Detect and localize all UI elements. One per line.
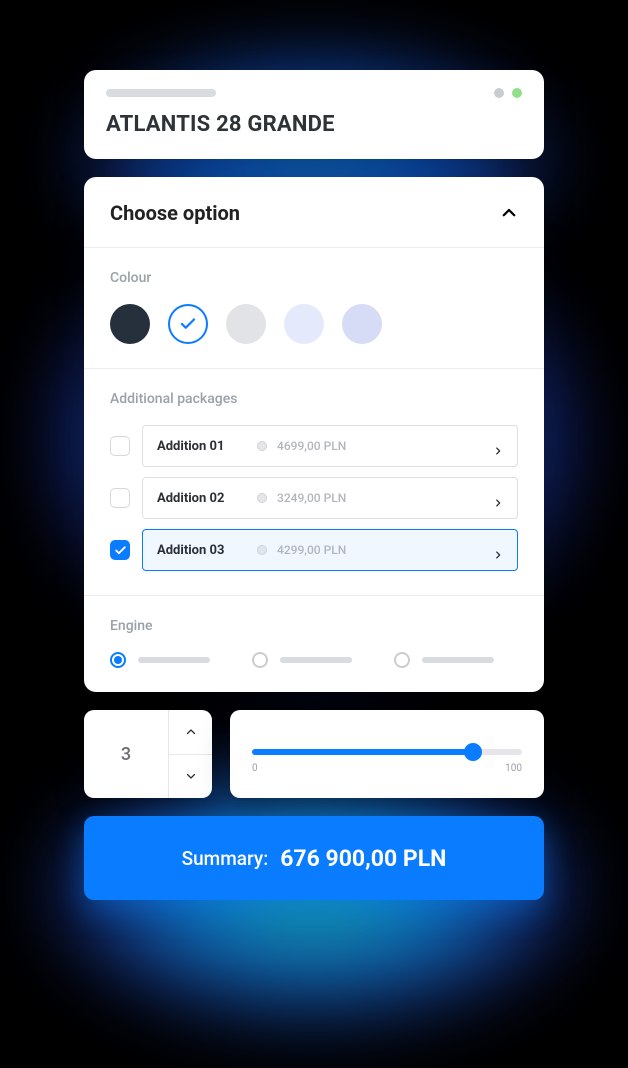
chevron-right-icon	[493, 441, 503, 451]
package-price: 4299,00 PLN	[277, 543, 346, 557]
summary-value: 676 900,00 PLN	[280, 845, 446, 872]
slider-max: 100	[505, 763, 522, 774]
engine-option[interactable]	[394, 652, 494, 668]
colour-swatch-lavender[interactable]	[342, 304, 382, 344]
engine-section: Engine	[84, 596, 544, 692]
stepper-decrement-button[interactable]	[169, 754, 212, 799]
package-box[interactable]: Addition 01 4699,00 PLN	[142, 425, 518, 467]
colour-section: Colour	[84, 248, 544, 368]
chevron-right-icon	[493, 493, 503, 503]
radio-selected[interactable]	[110, 652, 126, 668]
chevron-right-icon	[493, 545, 503, 555]
chevron-up-icon	[500, 204, 518, 222]
status-dots	[494, 88, 522, 98]
check-icon	[179, 315, 197, 333]
product-title: ATLANTIS 28 GRANDE	[106, 112, 522, 137]
engine-label: Engine	[110, 618, 518, 634]
summary-label: Summary:	[182, 847, 269, 870]
options-header[interactable]: Choose option	[84, 177, 544, 247]
summary-button[interactable]: Summary: 676 900,00 PLN	[84, 816, 544, 900]
engine-option-placeholder	[280, 657, 352, 663]
engine-option-placeholder	[138, 657, 210, 663]
status-dot-green	[512, 88, 522, 98]
colour-swatch-dark[interactable]	[110, 304, 150, 344]
header-breadcrumb-placeholder	[106, 89, 216, 97]
package-box[interactable]: Addition 02 3249,00 PLN	[142, 477, 518, 519]
stepper-value: 3	[84, 710, 168, 798]
package-box-selected[interactable]: Addition 03 4299,00 PLN	[142, 529, 518, 571]
packages-section: Additional packages Addition 01 4699,00 …	[84, 369, 544, 595]
package-name: Addition 01	[157, 439, 257, 454]
package-price: 4699,00 PLN	[277, 439, 346, 453]
package-name: Addition 03	[157, 543, 257, 558]
radio[interactable]	[394, 652, 410, 668]
package-checkbox[interactable]	[110, 436, 130, 456]
colour-swatch-lightblue[interactable]	[284, 304, 324, 344]
bullet-icon	[257, 545, 267, 555]
packages-label: Additional packages	[110, 391, 518, 407]
slider-track[interactable]	[252, 749, 522, 755]
engine-option-placeholder	[422, 657, 494, 663]
chevron-up-icon	[185, 726, 197, 738]
bullet-icon	[257, 441, 267, 451]
bullet-icon	[257, 493, 267, 503]
engine-option[interactable]	[110, 652, 210, 668]
chevron-down-icon	[185, 770, 197, 782]
check-icon	[114, 544, 127, 557]
package-checkbox[interactable]	[110, 488, 130, 508]
package-checkbox-checked[interactable]	[110, 540, 130, 560]
package-row: Addition 02 3249,00 PLN	[110, 477, 518, 519]
colour-label: Colour	[110, 270, 518, 286]
slider-card: 0 100	[230, 710, 544, 798]
product-header-card: ATLANTIS 28 GRANDE	[84, 70, 544, 159]
radio[interactable]	[252, 652, 268, 668]
package-row: Addition 03 4299,00 PLN	[110, 529, 518, 571]
slider-min: 0	[252, 763, 258, 774]
engine-option[interactable]	[252, 652, 352, 668]
status-dot-grey	[494, 88, 504, 98]
options-card: Choose option Colour Additional packages	[84, 177, 544, 692]
slider-fill	[252, 749, 473, 755]
colour-swatch-selected[interactable]	[168, 304, 208, 344]
options-heading: Choose option	[110, 201, 240, 225]
colour-swatch-grey[interactable]	[226, 304, 266, 344]
quantity-stepper: 3	[84, 710, 212, 798]
stepper-increment-button[interactable]	[169, 710, 212, 754]
slider-thumb[interactable]	[464, 743, 482, 761]
package-row: Addition 01 4699,00 PLN	[110, 425, 518, 467]
package-name: Addition 02	[157, 491, 257, 506]
package-price: 3249,00 PLN	[277, 491, 346, 505]
